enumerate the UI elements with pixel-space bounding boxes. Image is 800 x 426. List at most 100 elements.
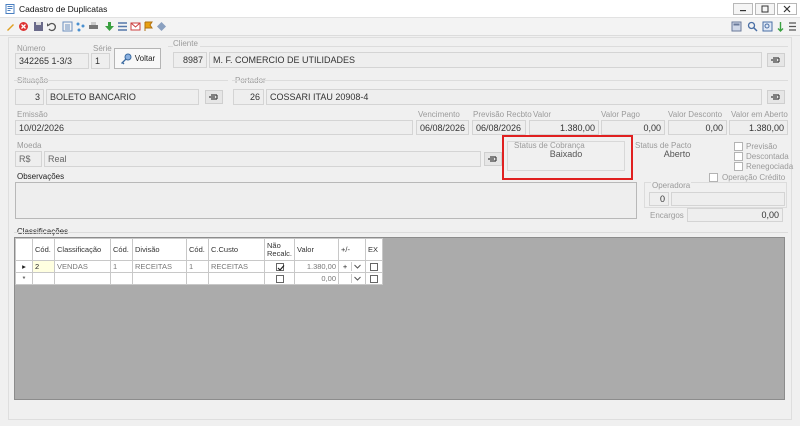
- cell-sinal[interactable]: +: [338, 260, 367, 273]
- help-icon[interactable]: [775, 21, 786, 32]
- cell-classificacao[interactable]: VENDAS: [54, 260, 111, 273]
- close-button[interactable]: [777, 3, 797, 15]
- key-icon: [120, 53, 132, 64]
- moeda-code-field[interactable]: R$: [15, 151, 42, 167]
- descontada-checkbox[interactable]: [734, 152, 743, 161]
- diamond-icon[interactable]: [156, 21, 167, 32]
- sinal-dropdown-button[interactable]: [351, 274, 362, 283]
- valor-desconto-field[interactable]: 0,00: [668, 120, 727, 135]
- moeda-lookup-button[interactable]: [484, 152, 502, 166]
- operadora-name-field[interactable]: [671, 192, 785, 206]
- portador-name-field[interactable]: COSSARI ITAU 20908-4: [266, 89, 762, 105]
- new-icon[interactable]: [5, 21, 16, 32]
- portador-lookup-button[interactable]: [767, 90, 785, 104]
- situacao-name-field[interactable]: BOLETO BANCARIO: [46, 89, 199, 105]
- valor-pago-field[interactable]: 0,00: [601, 120, 665, 135]
- previsao-recbto-label: Previsão Recbto: [473, 110, 532, 119]
- hand-icon: [771, 94, 780, 100]
- sinal-dropdown-button[interactable]: [351, 262, 362, 271]
- cell-classificacao[interactable]: [54, 272, 111, 285]
- cliente-lookup-button[interactable]: [767, 53, 785, 67]
- cliente-code-field[interactable]: 8987: [173, 52, 207, 68]
- cell-cod[interactable]: [32, 272, 55, 285]
- operacao-credito-checkbox[interactable]: [709, 173, 718, 182]
- emissao-field[interactable]: 10/02/2026: [15, 120, 413, 135]
- app-icon: [5, 4, 15, 14]
- cliente-label: Cliente: [173, 39, 200, 48]
- previsao-checkbox[interactable]: [734, 142, 743, 151]
- classificacoes-grid: Cód. Classificação Cód. Divisão Cód. C.C…: [14, 237, 785, 400]
- renegociada-checkbox[interactable]: [734, 162, 743, 171]
- nao-recalc-checkbox[interactable]: [275, 275, 284, 283]
- moeda-name-field[interactable]: Real: [44, 151, 481, 167]
- col-valor[interactable]: Valor: [294, 238, 340, 261]
- col-cod-classificacao[interactable]: Cód.: [32, 238, 55, 261]
- hand-icon: [488, 156, 497, 162]
- operadora-code-field[interactable]: 0: [649, 192, 669, 206]
- maximize-button[interactable]: [755, 3, 775, 15]
- nao-recalc-checkbox[interactable]: [275, 263, 284, 271]
- cell-ccusto[interactable]: [208, 272, 265, 285]
- print-icon[interactable]: [88, 21, 99, 32]
- delete-icon[interactable]: [18, 21, 29, 32]
- cell-divisao[interactable]: RECEITAS: [132, 260, 187, 273]
- arrow-down-icon[interactable]: [104, 21, 115, 32]
- save-icon[interactable]: [33, 21, 44, 32]
- row-current-indicator: ▸: [15, 260, 33, 273]
- portador-code-field[interactable]: 26: [233, 89, 264, 105]
- cell-ex[interactable]: [365, 272, 384, 285]
- col-cod-divisao[interactable]: Cód.: [110, 238, 133, 261]
- encargos-field[interactable]: 0,00: [687, 208, 783, 222]
- cell-cod-ccusto[interactable]: [186, 272, 209, 285]
- cell-cod-divisao[interactable]: [110, 272, 133, 285]
- col-sinal[interactable]: +/-: [338, 238, 367, 261]
- voltar-button[interactable]: Voltar: [114, 48, 161, 69]
- undo-icon[interactable]: [46, 21, 57, 32]
- serie-field[interactable]: 1: [91, 53, 110, 69]
- previsao-recbto-field[interactable]: 06/08/2026: [472, 120, 526, 135]
- cell-divisao[interactable]: [132, 272, 187, 285]
- emissao-label: Emissão: [17, 110, 48, 119]
- observacoes-textarea[interactable]: [15, 182, 637, 219]
- cliente-name-field[interactable]: M. F. COMERCIO DE UTILIDADES: [209, 52, 762, 68]
- calculator-icon[interactable]: [731, 21, 742, 32]
- search-icon[interactable]: [747, 21, 758, 32]
- flag-icon[interactable]: [143, 21, 154, 32]
- cell-sinal[interactable]: [338, 272, 367, 285]
- cell-ex[interactable]: [365, 260, 384, 273]
- cell-cod[interactable]: 2: [32, 260, 55, 273]
- status-pacto-value: Aberto: [663, 149, 691, 159]
- window-title: Cadastro de Duplicatas: [19, 4, 108, 14]
- situacao-lookup-button[interactable]: [205, 90, 223, 104]
- zoom-icon[interactable]: [762, 21, 773, 32]
- close-icon: [783, 5, 791, 13]
- cell-valor[interactable]: 1.380,00: [294, 260, 340, 273]
- cell-valor[interactable]: 0,00: [294, 272, 340, 285]
- ex-checkbox[interactable]: [370, 263, 379, 271]
- col-divisao[interactable]: Divisão: [132, 238, 187, 261]
- valor-em-aberto-field[interactable]: 1.380,00: [729, 120, 788, 135]
- vencimento-field[interactable]: 06/08/2026: [416, 120, 469, 135]
- col-ccusto[interactable]: C.Custo: [208, 238, 265, 261]
- ex-checkbox[interactable]: [370, 275, 379, 283]
- cell-nao-recalc[interactable]: [263, 260, 296, 273]
- cell-cod-ccusto[interactable]: 1: [186, 260, 209, 273]
- menu-icon[interactable]: [117, 21, 128, 32]
- settings-icon[interactable]: [787, 21, 798, 32]
- list-icon[interactable]: [62, 21, 73, 32]
- tree-icon[interactable]: [75, 21, 86, 32]
- col-ex[interactable]: EX: [365, 238, 384, 261]
- numero-field[interactable]: 342265 1-3/3: [15, 53, 89, 69]
- col-nao-recalc[interactable]: Não Recalc.: [263, 238, 296, 261]
- table-row[interactable]: ▸ 2 VENDAS 1 RECEITAS 1 RECEITAS 1.380,0…: [15, 260, 384, 273]
- table-row[interactable]: * 0,00: [15, 272, 384, 285]
- col-cod-ccusto[interactable]: Cód.: [186, 238, 209, 261]
- valor-field[interactable]: 1.380,00: [529, 120, 599, 135]
- cell-ccusto[interactable]: RECEITAS: [208, 260, 265, 273]
- minimize-button[interactable]: [733, 3, 753, 15]
- mail-icon[interactable]: [130, 21, 141, 32]
- cell-cod-divisao[interactable]: 1: [110, 260, 133, 273]
- cell-nao-recalc[interactable]: [263, 272, 296, 285]
- situacao-code-field[interactable]: 3: [15, 89, 44, 105]
- col-classificacao[interactable]: Classificação: [54, 238, 111, 261]
